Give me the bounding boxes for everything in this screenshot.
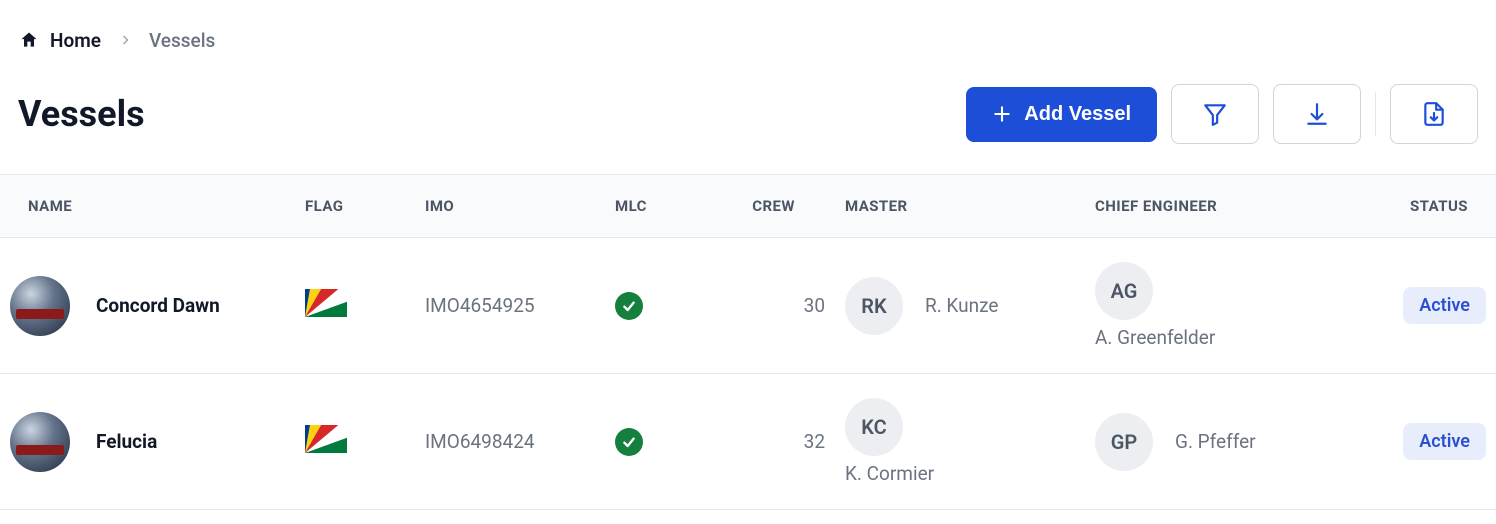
table-row[interactable]: Concord Dawn IMO4654925 30 RK R. Kunze	[0, 238, 1496, 374]
col-chief-engineer[interactable]: CHIEF ENGINEER	[1085, 175, 1355, 238]
chief-engineer-name: G. Pfeffer	[1175, 430, 1256, 453]
page-header: Vessels Add Vessel	[0, 52, 1496, 174]
vessels-table: NAME FLAG IMO MLC CREW MASTER CHIEF ENGI…	[0, 174, 1496, 510]
breadcrumb-home-label: Home	[50, 29, 101, 52]
breadcrumb-home[interactable]: Home	[18, 29, 101, 52]
avatar-initials: KC	[845, 398, 903, 456]
status-badge: Active	[1403, 423, 1486, 460]
vessel-avatar[interactable]	[10, 412, 70, 472]
avatar-initials: GP	[1095, 413, 1153, 471]
avatar-initials: RK	[845, 277, 903, 335]
vessel-avatar[interactable]	[10, 276, 70, 336]
action-divider	[1375, 92, 1376, 136]
page-title: Vessels	[18, 93, 145, 135]
master-name: K. Cormier	[845, 462, 934, 485]
flag-icon	[305, 425, 347, 453]
master-name: R. Kunze	[925, 294, 998, 317]
vessel-name: Concord Dawn	[96, 294, 220, 317]
chief-engineer-person[interactable]: AG A. Greenfelder	[1095, 262, 1345, 349]
add-vessel-button[interactable]: Add Vessel	[966, 87, 1157, 142]
col-flag[interactable]: FLAG	[295, 175, 415, 238]
vessel-name: Felucia	[96, 430, 157, 453]
header-actions: Add Vessel	[966, 84, 1478, 144]
table-header-row: NAME FLAG IMO MLC CREW MASTER CHIEF ENGI…	[0, 175, 1496, 238]
filter-icon	[1202, 101, 1228, 127]
col-crew[interactable]: CREW	[705, 175, 835, 238]
filter-button[interactable]	[1171, 84, 1259, 144]
flag-icon	[305, 289, 347, 317]
chief-engineer-name: A. Greenfelder	[1095, 326, 1215, 349]
mlc-check-icon	[615, 292, 643, 320]
crew-count: 30	[804, 294, 825, 317]
master-person[interactable]: KC K. Cormier	[845, 398, 1075, 485]
imo-value: IMO4654925	[425, 294, 535, 317]
avatar-initials: AG	[1095, 262, 1153, 320]
breadcrumb-current: Vessels	[149, 29, 215, 52]
home-icon	[18, 30, 40, 50]
plus-icon	[992, 104, 1012, 124]
add-vessel-label: Add Vessel	[1024, 103, 1131, 126]
file-download-icon	[1421, 101, 1447, 127]
status-badge: Active	[1403, 287, 1486, 324]
col-mlc[interactable]: MLC	[605, 175, 705, 238]
download-button[interactable]	[1273, 84, 1361, 144]
table-row[interactable]: Felucia IMO6498424 32 KC K. Cormier	[0, 374, 1496, 510]
download-icon	[1304, 101, 1330, 127]
imo-value: IMO6498424	[425, 430, 535, 453]
col-imo[interactable]: IMO	[415, 175, 605, 238]
breadcrumb: Home Vessels	[0, 0, 1496, 52]
col-master[interactable]: MASTER	[835, 175, 1085, 238]
col-status[interactable]: STATUS	[1355, 175, 1496, 238]
col-name[interactable]: NAME	[0, 175, 295, 238]
export-file-button[interactable]	[1390, 84, 1478, 144]
mlc-check-icon	[615, 428, 643, 456]
crew-count: 32	[804, 430, 825, 453]
chevron-right-icon	[119, 28, 131, 52]
chief-engineer-person[interactable]: GP G. Pfeffer	[1095, 413, 1345, 471]
master-person[interactable]: RK R. Kunze	[845, 277, 1075, 335]
